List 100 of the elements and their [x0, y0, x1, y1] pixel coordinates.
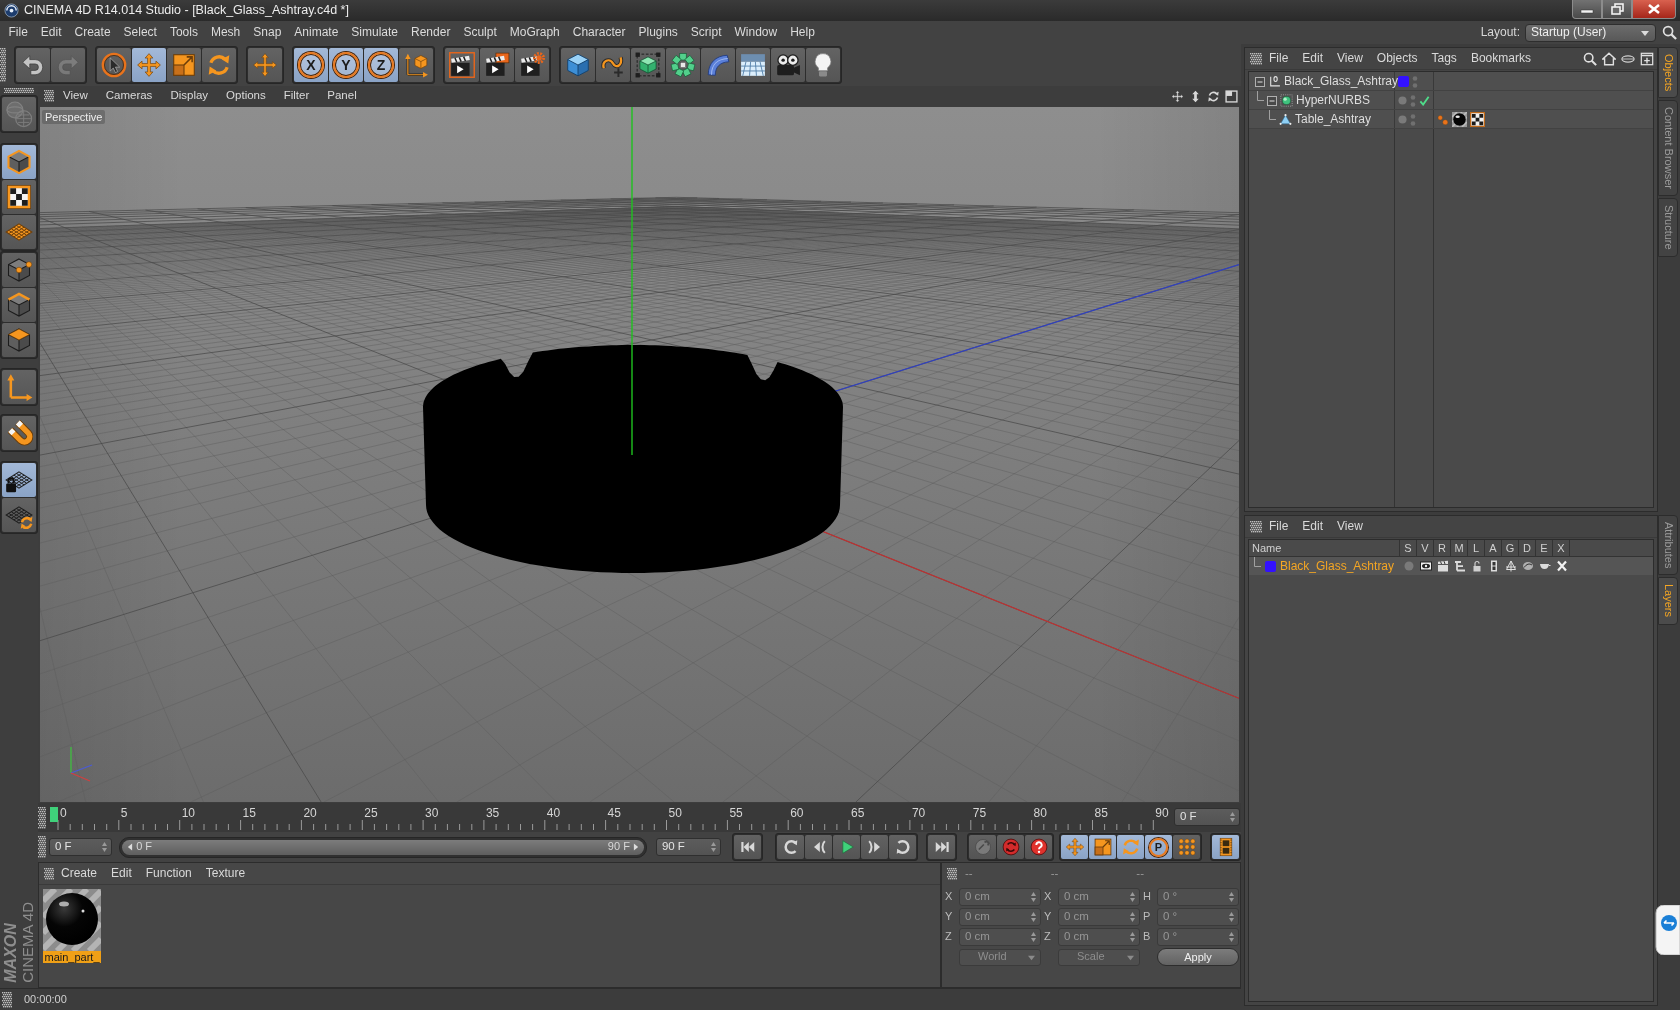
material-name[interactable]: main_part_	[43, 951, 101, 963]
scale-key-button[interactable]	[1089, 835, 1116, 859]
menu-item[interactable]: Cameras	[96, 89, 162, 103]
polygons-button[interactable]	[2, 323, 36, 357]
menu-item[interactable]: Edit	[104, 866, 139, 881]
menu-item[interactable]: Snap	[246, 25, 288, 40]
coord-system-button[interactable]	[399, 48, 433, 82]
scale-button[interactable]	[167, 48, 201, 82]
menu-item[interactable]: File	[1262, 51, 1296, 66]
subdivision-button[interactable]	[631, 48, 665, 82]
side-tab[interactable]: Structure	[1658, 198, 1678, 257]
side-tab[interactable]: Attributes	[1658, 515, 1678, 576]
next-key-button[interactable]	[889, 835, 916, 859]
object-row[interactable]: Black_Glass_Ashtray	[1249, 72, 1653, 91]
menu-item[interactable]: Character	[566, 25, 632, 40]
menu-item[interactable]: Simulate	[344, 25, 405, 40]
menu-item[interactable]: Options	[217, 89, 275, 103]
menu-item[interactable]: Create	[54, 866, 105, 881]
menu-item[interactable]: Create	[68, 25, 118, 40]
grid-lock-button[interactable]	[2, 463, 36, 497]
layout-dropdown[interactable]: Startup (User)	[1525, 23, 1656, 42]
column-header[interactable]: G	[1502, 540, 1519, 556]
close-button[interactable]	[1632, 0, 1676, 19]
camera-button[interactable]	[771, 48, 805, 82]
column-header[interactable]: M	[1451, 540, 1468, 556]
layer-row[interactable]: Black_Glass_Ashtray	[1249, 557, 1653, 575]
column-header[interactable]: V	[1417, 540, 1434, 556]
column-header[interactable]: X	[1553, 540, 1570, 556]
menu-item[interactable]: Texture	[198, 866, 253, 881]
object-name[interactable]: Table_Ashtray	[1295, 112, 1372, 127]
menu-item[interactable]: Tags	[1424, 51, 1464, 66]
menu-item[interactable]: Edit	[1295, 51, 1331, 66]
minimize-button[interactable]	[1572, 0, 1602, 19]
restore-button[interactable]	[1602, 0, 1632, 19]
current-frame-field[interactable]: 0 F	[1174, 808, 1240, 826]
render-picture-button[interactable]	[480, 48, 514, 82]
cube-button[interactable]	[561, 48, 595, 82]
object-row[interactable]: Table_Ashtray	[1249, 110, 1653, 129]
object-name[interactable]: Black_Glass_Ashtray	[1284, 74, 1399, 89]
object-row[interactable]: HyperNURBS	[1249, 91, 1653, 110]
menu-item[interactable]: Objects	[1369, 51, 1425, 66]
menu-item[interactable]: Function	[138, 866, 199, 881]
select-button[interactable]	[97, 48, 131, 82]
cloner-button[interactable]	[666, 48, 700, 82]
render-view-button[interactable]	[445, 48, 479, 82]
previous-key-button[interactable]	[777, 835, 804, 859]
menu-item[interactable]: Plugins	[631, 25, 685, 40]
column-header[interactable]: A	[1485, 540, 1502, 556]
column-header[interactable]: S	[1400, 540, 1417, 556]
menu-item[interactable]: Panel	[318, 89, 366, 103]
side-tab[interactable]: Objects	[1658, 47, 1678, 99]
layer-name[interactable]: Black_Glass_Ashtray	[1280, 558, 1395, 574]
param-key-button[interactable]: P	[1145, 835, 1172, 859]
menu-item[interactable]: Bookmarks	[1463, 51, 1538, 66]
column-header[interactable]: E	[1536, 540, 1553, 556]
deformer-button[interactable]	[701, 48, 735, 82]
axis-lock-button[interactable]: Z	[364, 48, 398, 82]
axis-lock-button[interactable]: X	[294, 48, 328, 82]
workplane-button[interactable]	[2, 215, 36, 249]
menu-item[interactable]: Help	[783, 25, 822, 40]
rotate-button[interactable]	[202, 48, 236, 82]
menu-item[interactable]: Display	[161, 89, 218, 103]
side-tab[interactable]: Content Browser	[1658, 100, 1678, 197]
object-name[interactable]: HyperNURBS	[1296, 93, 1370, 108]
play-button[interactable]	[833, 835, 860, 859]
edges-button[interactable]	[2, 288, 36, 322]
light-button[interactable]	[806, 48, 840, 82]
menu-item[interactable]: View	[54, 89, 97, 103]
menu-item[interactable]: Render	[404, 25, 457, 40]
previous-frame-button[interactable]	[805, 835, 832, 859]
menu-item[interactable]: Animate	[287, 25, 345, 40]
menu-item[interactable]: Select	[117, 25, 164, 40]
undo-button[interactable]	[16, 48, 50, 82]
menu-item[interactable]: Filter	[274, 89, 319, 103]
menu-item[interactable]: Script	[684, 25, 728, 40]
keyframe-selection-button[interactable]	[1025, 835, 1052, 859]
render-settings-button[interactable]	[515, 48, 549, 82]
menu-item[interactable]: Mesh	[204, 25, 247, 40]
texture-button[interactable]	[2, 180, 36, 214]
menu-item[interactable]: Window	[728, 25, 784, 40]
side-tab[interactable]: Layers	[1658, 577, 1678, 625]
column-header[interactable]: Name	[1249, 540, 1400, 556]
start-frame-field[interactable]: 0 F	[49, 838, 113, 856]
menu-item[interactable]: View	[1330, 51, 1370, 66]
menu-item[interactable]: Tools	[163, 25, 205, 40]
spline-button[interactable]	[596, 48, 630, 82]
menu-item[interactable]: View	[1330, 519, 1370, 534]
menu-item[interactable]: File	[2, 25, 35, 40]
column-header[interactable]: D	[1519, 540, 1536, 556]
model-button[interactable]	[2, 145, 36, 179]
floor-button[interactable]	[736, 48, 770, 82]
next-frame-button[interactable]	[861, 835, 888, 859]
points-button[interactable]	[2, 253, 36, 287]
point-level-key-button[interactable]	[1173, 835, 1200, 859]
move-button[interactable]	[132, 48, 166, 82]
material-preview[interactable]	[43, 889, 101, 951]
ashtray-model[interactable]	[423, 345, 843, 573]
axis-lock-button[interactable]: Y	[329, 48, 363, 82]
menu-item[interactable]: Edit	[1295, 519, 1331, 534]
grid-rotate-button[interactable]	[2, 498, 36, 532]
